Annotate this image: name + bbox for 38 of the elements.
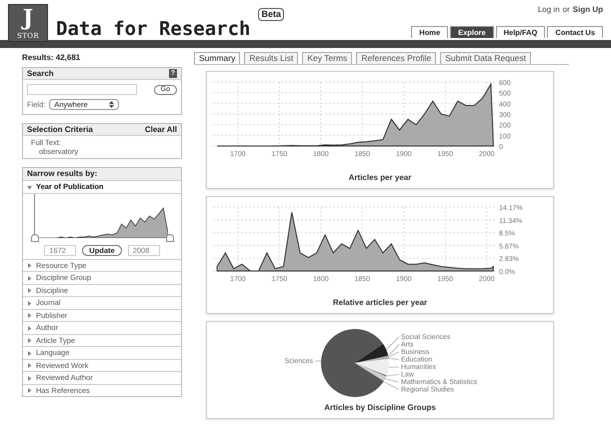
expand-icon [27,300,32,306]
beta-badge: Beta [258,8,284,21]
login-link[interactable]: Log in [538,4,560,16]
content-tab[interactable]: Submit Data Request [440,52,532,64]
collapse-icon [27,184,32,190]
expand-icon [27,376,32,380]
clear-all-link[interactable]: Clear All [144,124,177,136]
expand-icon [27,350,32,356]
leader-line [388,366,400,368]
expand-icon [27,388,32,393]
panel-title: Narrow results by: [27,168,98,180]
content-tab[interactable]: References Profile [356,52,436,64]
range-handle[interactable] [166,234,174,242]
panel-title: Selection Criteria [27,124,93,136]
expand-icon [27,263,32,268]
content-tab[interactable]: Results List [244,52,298,64]
signup-link[interactable]: Sign Up [572,4,603,16]
expand-icon [27,363,32,368]
panel-title: Search [27,68,54,80]
leader-line [386,336,400,350]
expand-icon [27,338,32,343]
search-field[interactable] [27,84,137,95]
stepper-icon [109,101,114,108]
expand-icon [27,276,32,280]
results-count: Results: 42,681 [22,52,82,64]
expand-icon [27,288,32,293]
content-tab[interactable]: Key Terms [302,52,352,64]
chart-title: Articles by Discipline Groups [324,402,436,414]
range-handle[interactable] [31,234,39,242]
leader-line [314,360,322,362]
content-tab[interactable]: Summary [194,52,240,64]
site-title: Data for Research [56,17,250,42]
or-text: or [562,4,570,16]
expand-icon [27,313,32,318]
leader-line [386,374,400,376]
chart-title: Articles per year [348,172,412,184]
chart-title: Relative articles per year [332,297,428,309]
expand-icon [27,326,32,330]
